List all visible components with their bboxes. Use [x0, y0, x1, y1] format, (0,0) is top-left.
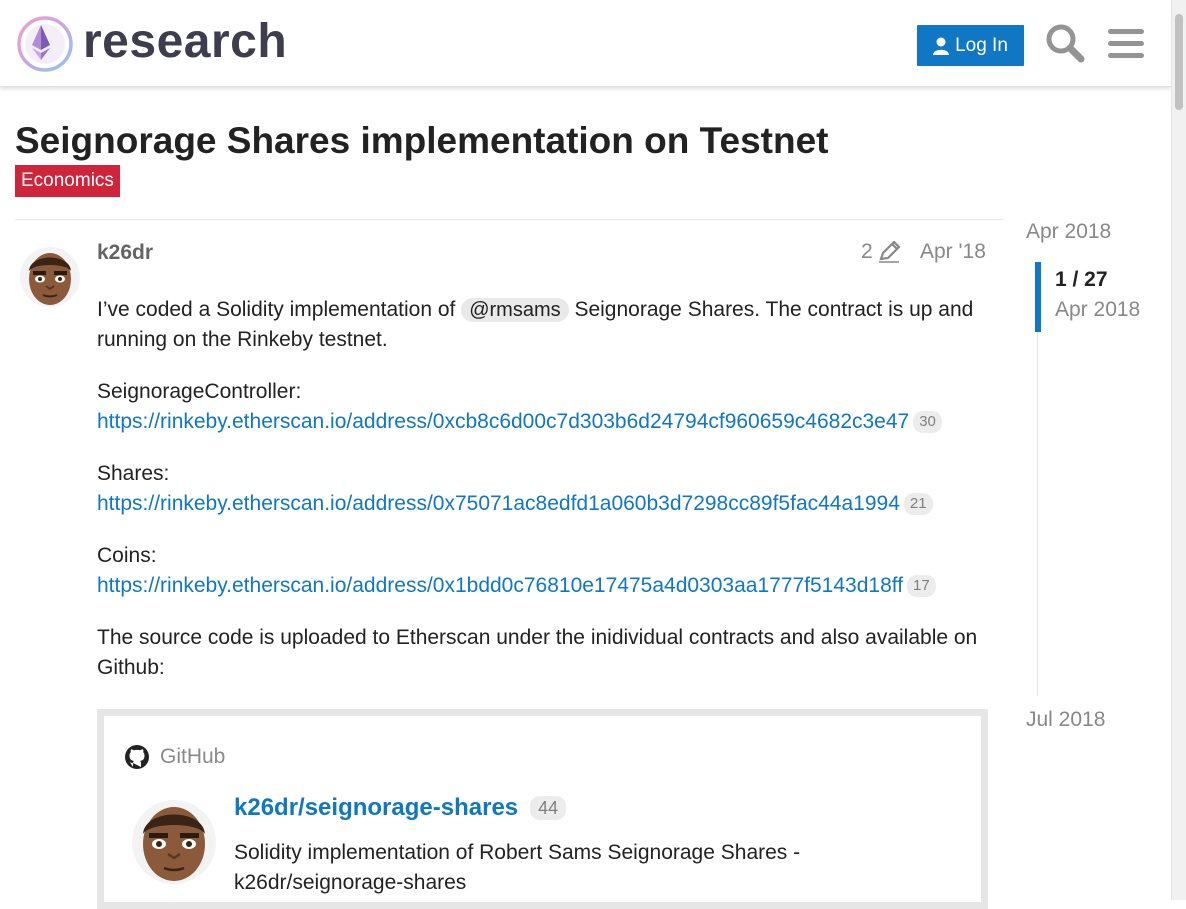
- post-author[interactable]: k26dr: [97, 238, 153, 268]
- repo-link[interactable]: k26dr/seignorage-shares 44: [234, 794, 567, 822]
- login-label: Log In: [955, 34, 1008, 56]
- pencil-icon: [878, 241, 901, 263]
- category-badge[interactable]: Economics: [15, 165, 120, 197]
- site-name[interactable]: research: [83, 14, 287, 70]
- contract-link[interactable]: https://rinkeby.etherscan.io/address/0x7…: [97, 492, 900, 515]
- contract-coins: Coins: https://rinkeby.etherscan.io/addr…: [97, 541, 987, 601]
- search-icon[interactable]: [1044, 22, 1086, 64]
- contract-controller: SeignorageController: https://rinkeby.et…: [97, 377, 987, 437]
- post-intro: I’ve coded a Solidity implementation of …: [97, 298, 974, 351]
- click-count-badge: 44: [530, 796, 567, 820]
- contract-shares: Shares: https://rinkeby.etherscan.io/add…: [97, 459, 987, 519]
- login-button[interactable]: Log In: [917, 25, 1024, 66]
- timeline-start-date[interactable]: Apr 2018: [1026, 220, 1111, 244]
- contract-label: Coins:: [97, 544, 157, 567]
- page-scrollbar[interactable]: [1171, 0, 1186, 900]
- edit-count: 2: [861, 240, 873, 263]
- contract-link[interactable]: https://rinkeby.etherscan.io/address/0x1…: [97, 574, 903, 597]
- hamburger-menu-icon[interactable]: [1105, 22, 1147, 64]
- timeline-end-date[interactable]: Jul 2018: [1026, 708, 1105, 732]
- post-date[interactable]: Apr '18: [920, 240, 986, 264]
- user-mention[interactable]: @rmsams: [461, 298, 569, 322]
- repo-description: Solidity implementation of Robert Sams S…: [234, 841, 801, 894]
- onebox-source-label: GitHub: [160, 745, 226, 768]
- timeline-handle[interactable]: [1035, 262, 1041, 332]
- repo-owner-avatar: [132, 800, 216, 884]
- repo-title: k26dr/seignorage-shares: [234, 794, 519, 821]
- edit-history-button[interactable]: 2: [861, 240, 901, 264]
- onebox-source[interactable]: GitHub: [124, 744, 225, 770]
- click-count-badge: 30: [913, 411, 942, 433]
- site-header: research Log In: [0, 0, 1171, 87]
- user-icon: [933, 37, 950, 55]
- scrollbar-thumb[interactable]: [1175, 14, 1183, 110]
- user-avatar[interactable]: [20, 241, 80, 313]
- contract-link[interactable]: https://rinkeby.etherscan.io/address/0xc…: [97, 410, 909, 433]
- timeline-position: 1 / 27: [1055, 268, 1108, 291]
- timeline-current-date: Apr 2018: [1055, 298, 1141, 321]
- github-onebox[interactable]: GitHub k26dr/seignorage-shares 44 Solidi…: [97, 709, 988, 909]
- contract-label: SeignorageController:: [97, 380, 302, 403]
- source-code-text: The source code is uploaded to Etherscan…: [97, 626, 978, 679]
- github-icon: [125, 745, 149, 769]
- click-count-badge: 17: [907, 575, 936, 597]
- divider: [15, 219, 1003, 220]
- post-body: I’ve coded a Solidity implementation of …: [97, 295, 987, 705]
- topic-title[interactable]: Seignorage Shares implementation on Test…: [15, 119, 828, 163]
- click-count-badge: 21: [903, 493, 933, 515]
- contract-label: Shares:: [97, 462, 170, 485]
- ethereum-research-logo-icon[interactable]: [16, 15, 74, 73]
